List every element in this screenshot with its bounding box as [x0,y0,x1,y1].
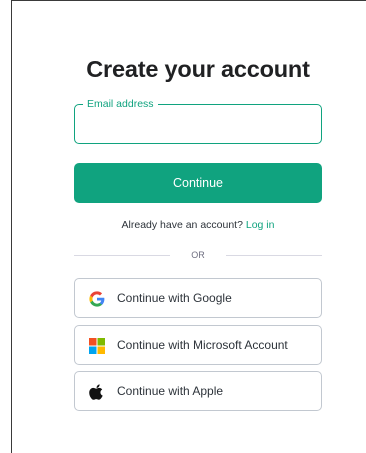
apple-icon [89,384,103,400]
email-field-label: Email address [83,97,158,111]
microsoft-icon [89,338,105,354]
microsoft-button-label: Continue with Microsoft Account [117,338,288,352]
login-prompt-text: Already have an account? [121,219,243,231]
google-button-label: Continue with Google [117,291,232,305]
login-prompt-row: Already have an account? Log in [0,219,366,231]
login-link[interactable]: Log in [246,219,275,231]
apple-button-label: Continue with Apple [117,384,224,398]
signup-card: Create your account Email address Contin… [0,0,366,453]
email-input[interactable] [85,113,311,135]
continue-with-apple-button[interactable]: Continue with Apple [74,371,322,411]
continue-button[interactable]: Continue [74,163,322,203]
continue-with-microsoft-button[interactable]: Continue with Microsoft Account [74,325,322,365]
divider-line-right [226,255,322,256]
page-title: Create your account [86,56,310,82]
email-field[interactable]: Email address [74,97,322,144]
or-divider: OR [74,248,322,262]
continue-with-google-button[interactable]: Continue with Google [74,278,322,318]
google-icon [89,291,105,307]
